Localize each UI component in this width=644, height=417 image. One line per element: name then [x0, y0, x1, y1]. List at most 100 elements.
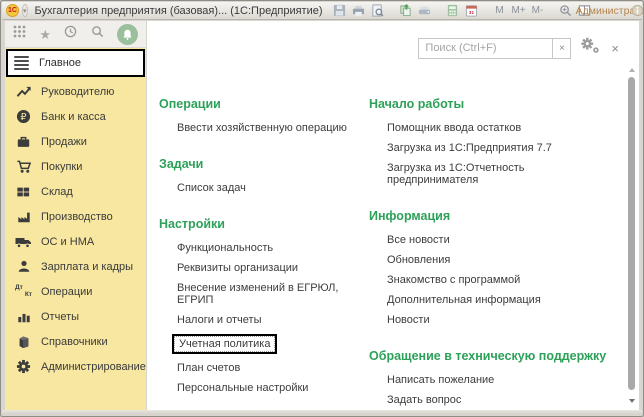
calendar-icon: 31	[465, 4, 478, 17]
menu-link[interactable]: Написать пожелание	[369, 370, 613, 390]
app-menu-dropdown[interactable]: ▾	[22, 4, 28, 17]
sidebar-item-otchety[interactable]: Отчеты	[5, 304, 146, 329]
briefcase-icon	[15, 134, 32, 150]
search-row: × ×	[418, 37, 621, 59]
sidebar-item-glavnoe[interactable]: Главное	[6, 49, 145, 77]
calendar-button[interactable]: 31	[464, 3, 480, 19]
section-nachalo-raboty: Начало работы Помощник ввода остатков За…	[369, 93, 613, 190]
scroll-down-icon	[629, 399, 635, 403]
section-operatsii: Операции Ввести хозяйственную операцию	[159, 93, 369, 138]
user-button[interactable]: Администратор	[605, 3, 621, 19]
sidebar-item-label: Зарплата и кадры	[41, 261, 133, 273]
menu-link[interactable]: Функциональность	[159, 238, 369, 258]
sidebar-item-label: Администрирование	[41, 361, 146, 373]
menu-link[interactable]: Задать вопрос	[369, 390, 613, 410]
sidebar-item-operatsii[interactable]: ДтКт Операции	[5, 279, 146, 304]
menu-link[interactable]: Новости	[369, 310, 613, 330]
scrollbar-thumb[interactable]	[628, 77, 635, 390]
sidebar-item-label: Склад	[41, 186, 73, 198]
svg-text:31: 31	[469, 10, 475, 15]
sidebar-item-label: Продажи	[41, 136, 87, 148]
close-menu-button[interactable]: ×	[609, 42, 621, 55]
scroll-down-button[interactable]	[626, 396, 637, 405]
dtkt-icon: ДтКт	[15, 284, 32, 300]
scroll-up-button[interactable]	[626, 65, 637, 74]
memory-mminus-button[interactable]: M-	[530, 3, 546, 19]
sidebar-item-proizvodstvo[interactable]: Производство	[5, 204, 146, 229]
svg-text:₽: ₽	[21, 112, 27, 123]
sidebar-item-sklad[interactable]: Склад	[5, 179, 146, 204]
history-clock-icon[interactable]	[64, 25, 77, 43]
calculator-button[interactable]	[445, 3, 461, 19]
copy-button[interactable]	[398, 3, 414, 19]
menu-link[interactable]: План счетов	[159, 358, 369, 378]
sidebar-item-label: Отчеты	[41, 311, 79, 323]
sidebar-item-spravochniki[interactable]: Справочники	[5, 329, 146, 354]
print-button[interactable]	[351, 3, 367, 19]
menu-link[interactable]: Обновления	[369, 250, 613, 270]
section-title: Информация	[369, 205, 613, 230]
sidebar-item-label: ОС и НМА	[41, 236, 94, 248]
section-zadachi: Задачи Список задач	[159, 153, 369, 198]
menu-link[interactable]: Персональные настройки	[159, 378, 369, 398]
menu-link[interactable]: Реквизиты организации	[159, 258, 369, 278]
trend-icon	[15, 84, 32, 100]
sidebar-item-rukovoditelyu[interactable]: Руководителю	[5, 79, 146, 104]
menu-link[interactable]: Внесение изменений в ЕГРЮЛ, ЕГРИП	[159, 278, 369, 310]
memory-m-button[interactable]: M	[492, 3, 508, 19]
info-button[interactable]	[630, 3, 644, 19]
search-settings-button[interactable]	[580, 37, 600, 59]
sidebar-item-zarplata-i-kadry[interactable]: Зарплата и кадры	[5, 254, 146, 279]
menu-link[interactable]: Ввести хозяйственную операцию	[159, 118, 369, 138]
section-title: Настройки	[159, 213, 369, 238]
sidebar-item-label: Главное	[39, 57, 81, 69]
sidebar-item-label: Операции	[41, 286, 92, 298]
sidebar-item-bank-i-kassa[interactable]: ₽ Банк и касса	[5, 104, 146, 129]
memory-mplus-button[interactable]: M+	[511, 3, 527, 19]
search-input[interactable]	[418, 38, 552, 59]
apps-grid-icon[interactable]	[13, 25, 26, 43]
section-title: Начало работы	[369, 93, 613, 118]
section-tekhpodderzhka: Обращение в техническую поддержку Написа…	[369, 345, 613, 410]
menu-link-uchetnaya-politika-highlighted[interactable]: Учетная политика	[159, 330, 369, 358]
zoom-button[interactable]	[558, 3, 574, 19]
truck-icon	[15, 234, 32, 250]
menu-link[interactable]: Все новости	[369, 230, 613, 250]
notifications-bell-icon[interactable]	[117, 24, 138, 45]
ruble-icon: ₽	[15, 109, 32, 125]
menu-link[interactable]: Список задач	[159, 178, 369, 198]
save-button[interactable]	[332, 3, 348, 19]
titlebar: 1С ▾ Бухгалтерия предприятия (базовая)..…	[2, 2, 642, 20]
section-title: Обращение в техническую поддержку	[369, 345, 613, 370]
menu-link[interactable]: Загрузка из 1С:Отчетность предпринимател…	[369, 158, 613, 190]
search-group: ×	[418, 38, 571, 59]
menu-column-right: Начало работы Помощник ввода остатков За…	[369, 93, 613, 410]
menu-link[interactable]: Дополнительная информация	[369, 290, 613, 310]
section-informatsiya: Информация Все новости Обновления Знаком…	[369, 205, 613, 330]
sidebar-item-label: Покупки	[41, 161, 82, 173]
zoom-icon	[559, 4, 572, 17]
window-title: Бухгалтерия предприятия (базовая)... (1С…	[35, 5, 323, 17]
sidebar-item-administrirovanie[interactable]: Администрирование	[5, 354, 146, 379]
copy-icon	[399, 4, 412, 17]
preview-button[interactable]	[370, 3, 386, 19]
window-bottom-edge	[2, 410, 642, 415]
menu-link[interactable]: Налоги и отчеты	[159, 310, 369, 330]
search-icon[interactable]	[91, 25, 104, 43]
section-title: Операции	[159, 93, 369, 118]
menu-hamburger-icon	[14, 56, 29, 70]
menu-link[interactable]: Знакомство с программой	[369, 270, 613, 290]
sidebar-item-pokupki[interactable]: Покупки	[5, 154, 146, 179]
sidebar-item-os-i-nma[interactable]: ОС и НМА	[5, 229, 146, 254]
warehouse-icon	[15, 184, 32, 200]
clear-search-button[interactable]: ×	[552, 38, 571, 59]
menu-link[interactable]: Загрузка из 1С:Предприятия 7.7	[369, 138, 613, 158]
favorites-star-icon[interactable]: ★	[39, 28, 51, 41]
menu-columns: Операции Ввести хозяйственную операцию З…	[159, 93, 613, 410]
section-title: Задачи	[159, 153, 369, 178]
sidebar-item-prodazhi[interactable]: Продажи	[5, 129, 146, 154]
factory-icon	[15, 209, 32, 225]
send-button[interactable]	[417, 3, 433, 19]
menu-link[interactable]: Помощник ввода остатков	[369, 118, 613, 138]
barchart-icon	[15, 309, 32, 325]
